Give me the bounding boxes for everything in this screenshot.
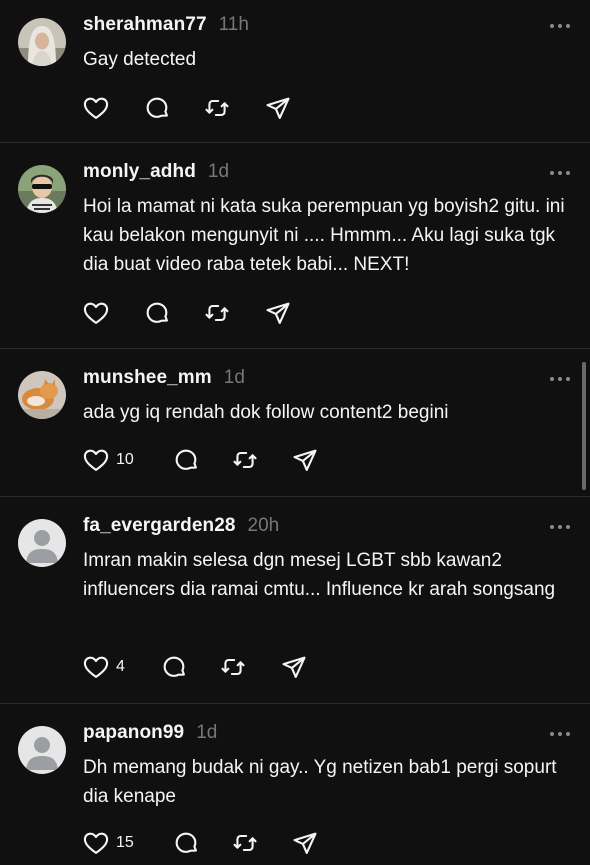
post-header: monly_adhd 1d (83, 161, 229, 183)
share-button[interactable] (264, 299, 292, 327)
post-text: Dh memang budak ni gay.. Yg netizen bab1… (83, 757, 557, 807)
repost-icon (221, 658, 245, 676)
like-count: 10 (116, 451, 134, 468)
comment-icon (163, 656, 185, 677)
heart-icon (83, 302, 109, 324)
timestamp: 1d (207, 161, 230, 182)
post-header: fa_evergarden28 20h (83, 515, 279, 537)
send-icon (293, 832, 317, 854)
send-icon (293, 449, 317, 471)
post: munshee_mm 1d ada yg iq rendah dok follo… (0, 349, 590, 497)
repost-icon (233, 834, 257, 852)
timestamp: 11h (218, 14, 249, 35)
avatar[interactable] (18, 18, 66, 66)
more-icon[interactable] (550, 732, 570, 738)
more-icon[interactable] (550, 525, 570, 531)
share-button[interactable] (291, 829, 319, 857)
share-button[interactable] (291, 446, 319, 474)
like-button[interactable]: 4 (82, 653, 125, 681)
comment-icon (146, 302, 168, 323)
like-button[interactable] (82, 299, 116, 327)
like-count: 15 (116, 834, 134, 851)
username[interactable]: monly_adhd (83, 161, 196, 183)
repost-button[interactable] (231, 829, 259, 857)
share-button[interactable] (264, 94, 292, 122)
scrollbar[interactable] (582, 362, 586, 490)
post-header: sherahman77 11h (83, 14, 249, 36)
heart-icon (83, 832, 109, 854)
reply-button[interactable] (172, 829, 200, 857)
like-button[interactable]: 15 (82, 829, 134, 857)
avatar[interactable] (18, 519, 66, 567)
post-text: Hoi la mamat ni kata suka perempuan yg b… (83, 196, 565, 275)
timestamp: 1d (223, 367, 245, 388)
reply-button[interactable] (143, 299, 171, 327)
username[interactable]: papanon99 (83, 722, 184, 744)
more-icon[interactable] (550, 377, 570, 383)
username[interactable]: fa_evergarden28 (83, 515, 236, 537)
comment-icon (146, 97, 168, 118)
avatar[interactable] (18, 726, 66, 774)
comment-icon (175, 832, 197, 853)
repost-icon (233, 451, 257, 469)
repost-button[interactable] (231, 446, 259, 474)
reply-button[interactable] (160, 653, 188, 681)
share-button[interactable] (280, 653, 308, 681)
username[interactable]: sherahman77 (83, 14, 207, 36)
heart-icon (83, 97, 109, 119)
avatar[interactable] (18, 165, 66, 213)
post: monly_adhd 1d Hoi la mamat ni kata suka … (0, 143, 590, 349)
post-header: munshee_mm 1d (83, 367, 245, 389)
post: sherahman77 11h Gay detected (0, 0, 590, 143)
send-icon (266, 97, 290, 119)
post-text: ada yg iq rendah dok follow content2 beg… (83, 402, 449, 423)
heart-icon (83, 449, 109, 471)
username[interactable]: munshee_mm (83, 367, 212, 389)
timestamp: 20h (247, 515, 280, 536)
repost-icon (205, 99, 229, 117)
more-icon[interactable] (550, 171, 570, 177)
like-button[interactable]: 10 (82, 446, 134, 474)
more-icon[interactable] (550, 24, 570, 30)
send-icon (282, 656, 306, 678)
post-header: papanon99 1d (83, 722, 217, 744)
like-button[interactable] (82, 94, 116, 122)
reply-button[interactable] (172, 446, 200, 474)
heart-icon (83, 656, 109, 678)
comment-icon (175, 449, 197, 470)
like-count: 4 (116, 658, 125, 675)
repost-icon (205, 304, 229, 322)
repost-button[interactable] (219, 653, 247, 681)
post: papanon99 1d Dh memang budak ni gay.. Yg… (0, 704, 590, 865)
avatar[interactable] (18, 371, 66, 419)
post: fa_evergarden28 20h Imran makin selesa d… (0, 497, 590, 704)
post-text: Imran makin selesa dgn mesej LGBT sbb ka… (83, 550, 556, 600)
send-icon (266, 302, 290, 324)
reply-button[interactable] (143, 94, 171, 122)
post-text: Gay detected (83, 49, 197, 70)
timestamp: 1d (196, 722, 218, 743)
repost-button[interactable] (203, 94, 231, 122)
repost-button[interactable] (203, 299, 231, 327)
